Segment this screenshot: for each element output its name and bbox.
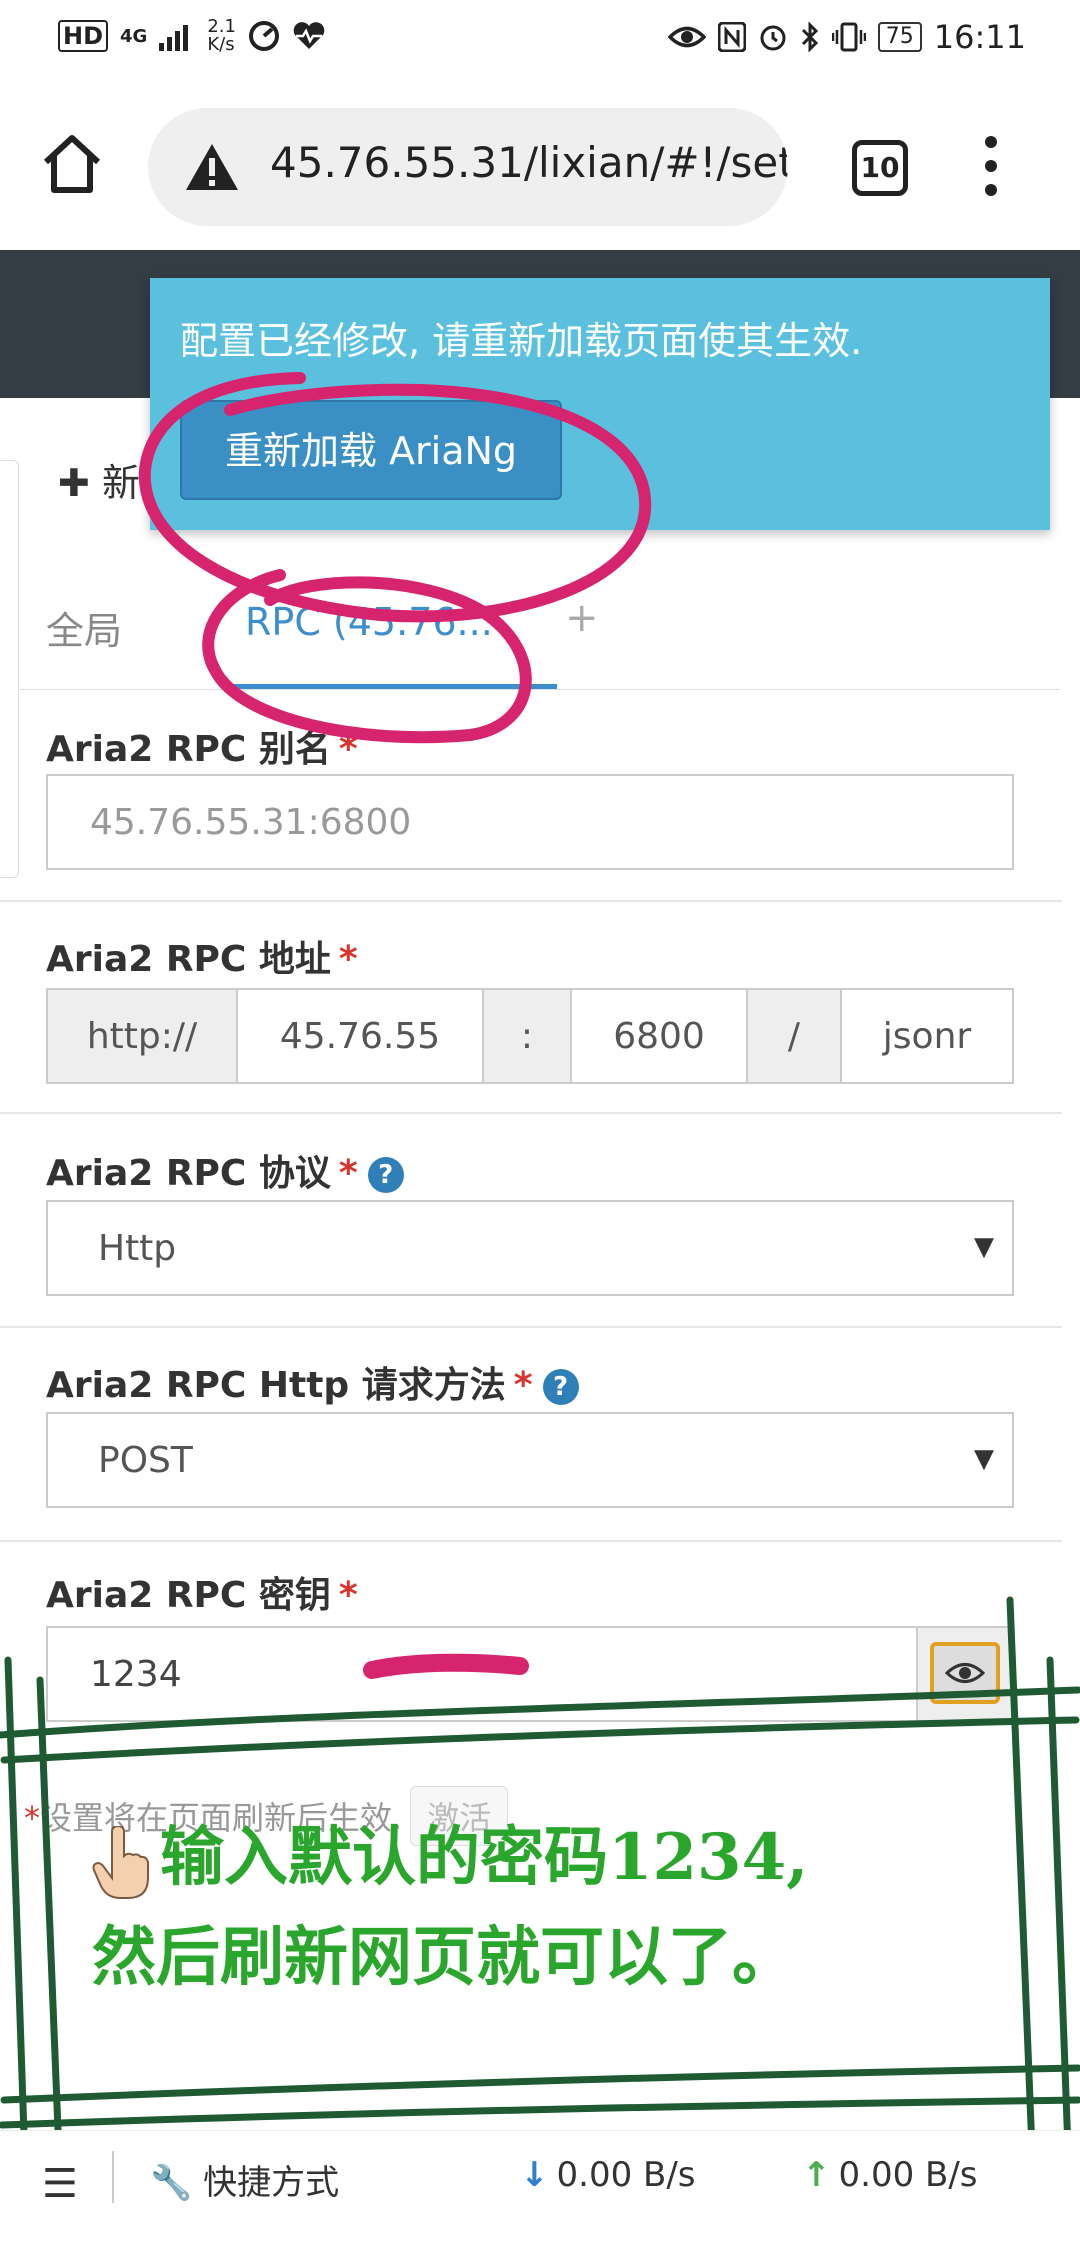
network-type: 4G <box>120 25 148 47</box>
path-input[interactable]: jsonr <box>842 990 1012 1082</box>
annotation-line-1: 输入默认的密码1234, <box>160 1820 809 1895</box>
battery-level: 75 <box>877 22 922 52</box>
host-input[interactable]: 45.76.55 <box>238 990 484 1082</box>
secret-input[interactable]: 1234 <box>46 1626 916 1722</box>
new-task-label: 新 <box>101 461 140 505</box>
protocol-select[interactable]: Http ▼ <box>46 1200 1014 1296</box>
method-value: POST <box>98 1440 193 1481</box>
warning-icon[interactable] <box>184 142 240 192</box>
wrench-icon: 🔧 <box>150 2163 193 2203</box>
eye-comfort-icon <box>667 26 706 48</box>
method-label: Aria2 RPC Http 请求方法 *? <box>46 1356 579 1408</box>
bluetooth-icon <box>801 22 818 52</box>
tab-switcher-button[interactable]: 10 <box>852 140 908 196</box>
alarm-icon <box>760 25 786 51</box>
alias-label: Aria2 RPC 别名 * <box>46 729 358 770</box>
protocol-section: Aria2 RPC 协议 *? Http ▼ <box>0 1114 1062 1328</box>
settings-tabs: 全局 RPC (45.76... + <box>20 565 1060 690</box>
address-input-group: http:// 45.76.55 : 6800 / jsonr <box>46 988 1014 1084</box>
annotation-line-2: 然后刷新网页就可以了。 <box>92 1920 796 1995</box>
nfc-icon <box>717 22 746 52</box>
alias-section: Aria2 RPC 别名 * 45.76.55.31:6800 <box>0 690 1062 902</box>
help-icon[interactable]: ? <box>367 1157 404 1193</box>
protocol-label: Aria2 RPC 协议 *? <box>46 1144 404 1196</box>
method-section: Aria2 RPC Http 请求方法 *? POST ▼ <box>0 1328 1062 1542</box>
home-icon[interactable] <box>40 132 104 196</box>
browser-toolbar: 45.76.55.31/lixian/#!/set 10 <box>0 80 1080 250</box>
config-changed-alert: 配置已经修改, 请重新加载页面使其生效. 重新加载 AriaNg <box>150 278 1050 530</box>
tab-global[interactable]: 全局 <box>46 600 122 655</box>
help-icon[interactable]: ? <box>542 1369 579 1405</box>
slash-separator: / <box>748 990 842 1082</box>
status-bar: HD 4G 2.1 K/s 75 16:11 <box>0 0 1080 80</box>
clock: 16:11 <box>933 18 1026 56</box>
toggle-secret-visibility-button[interactable] <box>916 1626 1014 1722</box>
dropdown-caret-icon: ▼ <box>974 1444 994 1474</box>
reload-ariang-button[interactable]: 重新加载 AriaNg <box>180 400 562 500</box>
hd-indicator: HD <box>58 20 109 52</box>
tab-rpc[interactable]: RPC (45.76... <box>221 565 557 689</box>
vibrate-icon <box>831 22 866 52</box>
address-bar[interactable]: 45.76.55.31/lixian/#!/set <box>148 108 788 226</box>
protocol-value: Http <box>98 1228 177 1269</box>
divider <box>112 2151 114 2203</box>
port-input[interactable]: 6800 <box>572 990 748 1082</box>
bottom-status-bar: ☰ 🔧 快捷方式 ↓ 0.00 B/s ↑ 0.00 B/s <box>0 2130 1080 2245</box>
method-select[interactable]: POST ▼ <box>46 1412 1014 1508</box>
address-label: Aria2 RPC 地址 * <box>46 939 358 980</box>
add-rpc-tab-button[interactable]: + <box>565 595 599 641</box>
download-speed: ↓ 0.00 B/s <box>520 2155 696 2195</box>
new-task-button[interactable]: ✚ 新 <box>58 452 140 507</box>
colon-separator: : <box>484 990 572 1082</box>
plus-icon: ✚ <box>58 461 90 505</box>
secret-label: Aria2 RPC 密钥 * <box>46 1575 358 1616</box>
shortcut-menu[interactable]: 🔧 快捷方式 <box>150 2155 339 2204</box>
url-text[interactable]: 45.76.55.31/lixian/#!/set <box>270 138 788 187</box>
signal-icon <box>159 25 189 51</box>
eye-icon <box>930 1642 1000 1704</box>
alias-placeholder: 45.76.55.31:6800 <box>90 802 412 843</box>
heart-rate-icon <box>293 22 325 49</box>
arrow-down-icon: ↓ <box>520 2155 549 2195</box>
speedometer-icon <box>248 21 279 51</box>
alert-message: 配置已经修改, 请重新加载页面使其生效. <box>180 319 863 363</box>
browser-menu-icon[interactable] <box>985 136 999 196</box>
tab-rpc-label: RPC (45.76... <box>245 600 493 644</box>
handwritten-annotation: 输入默认的密码1234, 然后刷新网页就可以了。 <box>92 1808 808 2008</box>
upload-speed: ↑ 0.00 B/s <box>802 2155 978 2195</box>
hamburger-menu-icon[interactable]: ☰ <box>42 2161 78 2207</box>
secret-value: 1234 <box>90 1654 182 1695</box>
protocol-prefix: http:// <box>48 990 238 1082</box>
pointing-hand-icon <box>92 1825 149 1899</box>
arrow-up-icon: ↑ <box>802 2155 831 2195</box>
dropdown-caret-icon: ▼ <box>974 1232 994 1262</box>
alias-input[interactable]: 45.76.55.31:6800 <box>46 774 1014 870</box>
net-speed: 2.1 K/s <box>207 16 236 55</box>
